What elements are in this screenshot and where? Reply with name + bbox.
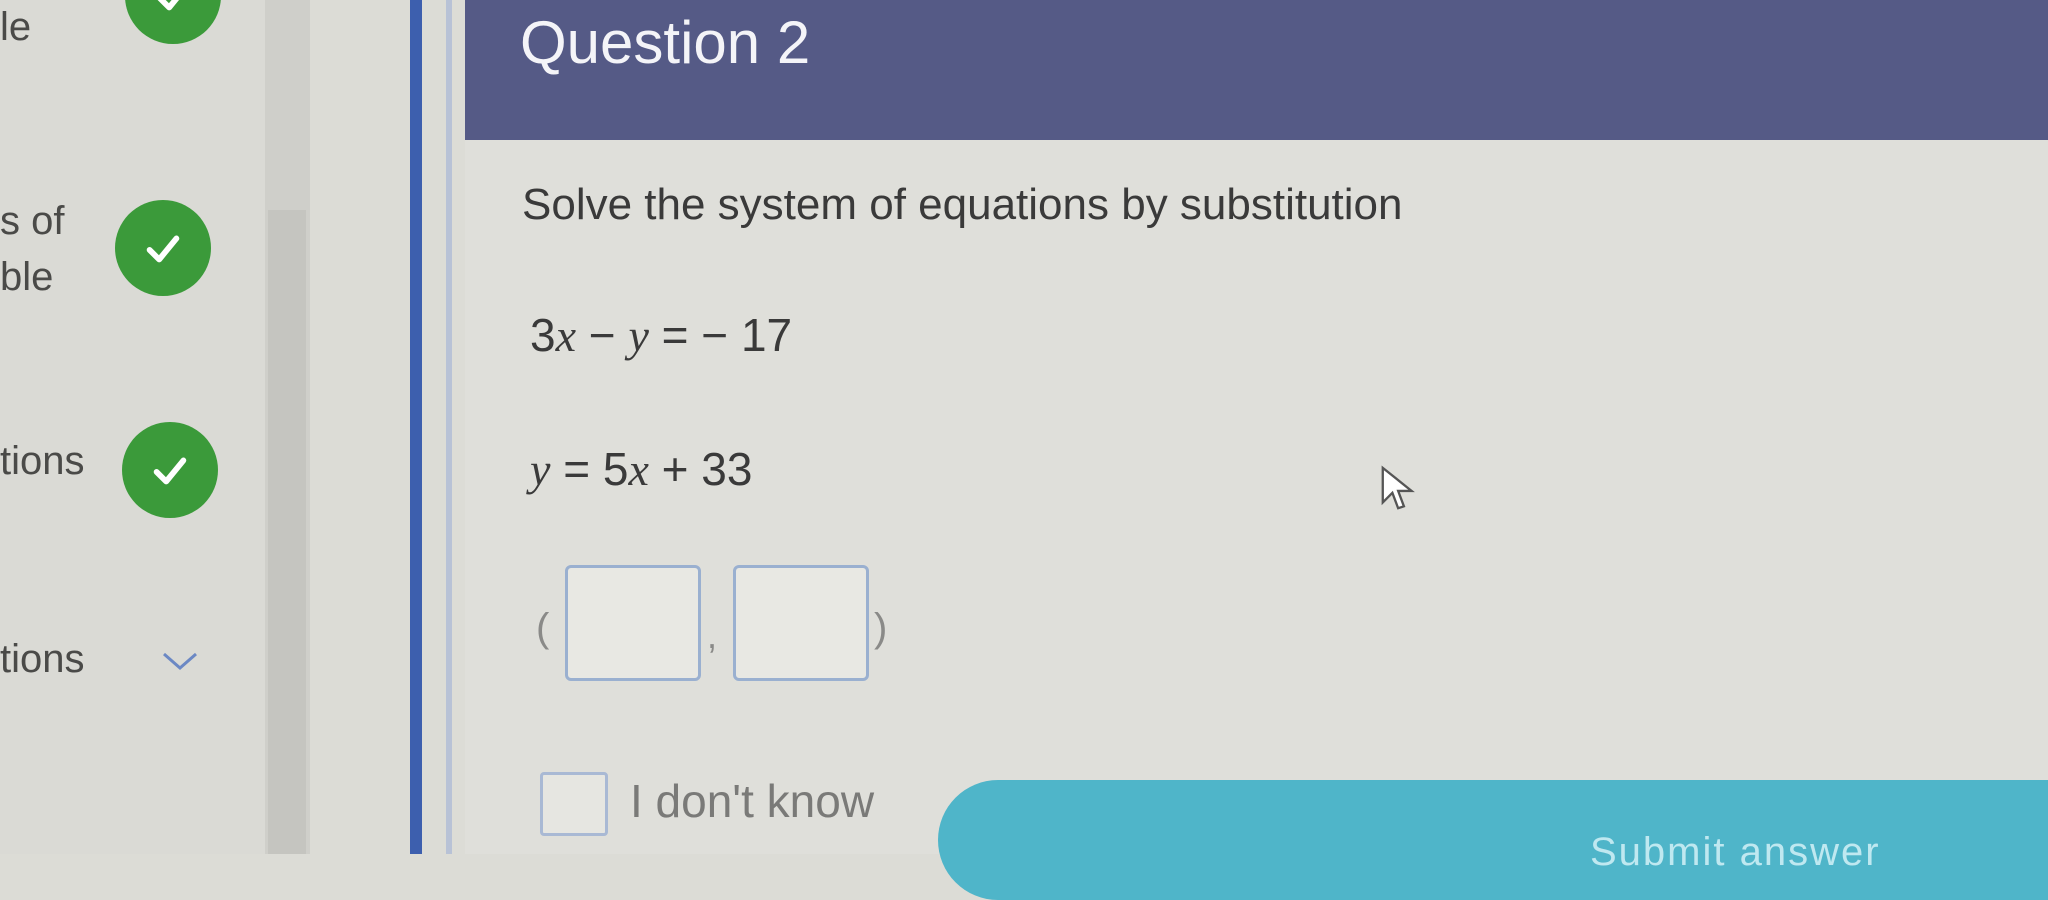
answer-open-paren: ( — [536, 606, 550, 650]
sidebar-scroll-thumb[interactable] — [268, 210, 306, 854]
answer-close-paren: ) — [874, 606, 888, 650]
sidebar — [0, 0, 265, 854]
sidebar-divider — [410, 0, 422, 854]
sidebar-item-2-label-line1[interactable]: s of — [0, 196, 64, 246]
question-body — [465, 140, 2048, 854]
equation-1-var-x: x — [555, 310, 577, 361]
answer-y-input[interactable] — [733, 565, 869, 681]
sidebar-divider-shadow — [446, 0, 452, 854]
question-prompt: Solve the system of equations by substit… — [522, 180, 1403, 229]
sidebar-item-2-check-badge — [115, 200, 211, 296]
sidebar-item-3-check-badge — [122, 422, 218, 518]
idk-label[interactable]: I don't know — [630, 774, 874, 828]
chevron-down-icon[interactable] — [160, 650, 200, 674]
sidebar-item-4-label[interactable]: tions — [0, 634, 85, 684]
equation-2: y = 5x + 33 — [530, 442, 752, 496]
equation-2-var-x: x — [628, 444, 649, 495]
equation-1-operator: − — [588, 309, 616, 361]
question-title: Question 2 — [520, 9, 811, 76]
equation-2-coefficient: = 5 — [563, 443, 629, 495]
equation-2-var-y: y — [530, 444, 551, 495]
equation-1-var-y: y — [628, 310, 649, 361]
equation-1-coefficient: 3 — [530, 309, 556, 361]
mouse-pointer-icon — [1381, 465, 1415, 510]
equation-1-rhs: = − 17 — [661, 309, 793, 361]
submit-answer-label[interactable]: Submit answer — [1590, 830, 1881, 875]
answer-separator: , — [707, 615, 718, 656]
check-icon — [153, 457, 187, 485]
sidebar-item-2-label-line2[interactable]: ble — [0, 252, 53, 302]
equation-2-constant: + 33 — [661, 443, 753, 495]
idk-checkbox[interactable] — [540, 772, 608, 836]
sidebar-item-3-label[interactable]: tions — [0, 436, 85, 486]
submit-answer-button[interactable] — [938, 780, 2048, 900]
check-icon — [157, 0, 180, 11]
answer-x-input[interactable] — [565, 565, 701, 681]
sidebar-item-1-label[interactable]: le — [0, 2, 31, 52]
check-icon — [146, 235, 180, 263]
equation-1: 3x − y = − 17 — [530, 308, 792, 362]
